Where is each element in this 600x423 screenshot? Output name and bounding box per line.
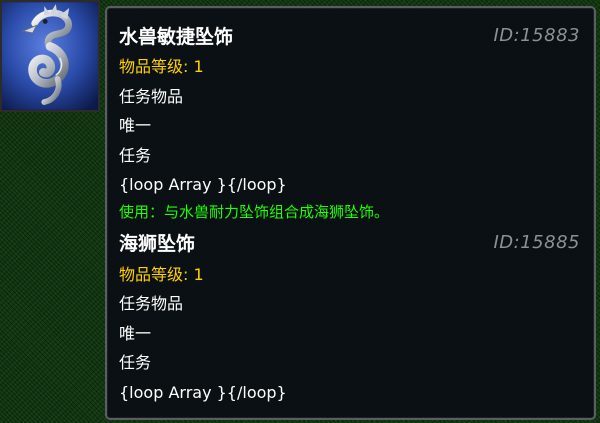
item-id: ID:15885	[493, 232, 580, 253]
seahorse-pendant-icon	[2, 2, 98, 110]
item-name[interactable]: 海狮坠饰	[119, 229, 195, 256]
item-header: 水兽敏捷坠饰 ID:15883	[119, 18, 580, 52]
item-type: 任务物品	[119, 86, 184, 106]
item-icon[interactable]	[0, 0, 100, 112]
item-level: 物品等级: 1	[119, 264, 204, 284]
item-template: {loop Array }{/loop}	[119, 175, 287, 194]
item-entry: 海狮坠饰 ID:15885 物品等级: 1 任务物品 唯一 任务 {loop A…	[119, 226, 580, 408]
item-type: 任务物品	[119, 294, 184, 313]
item-quest: 任务	[119, 353, 152, 372]
item-header: 海狮坠饰 ID:15885	[119, 226, 580, 260]
item-use-effect: 使用：与水兽耐力坠饰组合成海狮坠饰。	[119, 202, 390, 221]
item-id: ID:15883	[493, 24, 580, 46]
item-name[interactable]: 水兽敏捷坠饰	[119, 22, 233, 49]
item-template: {loop Array }{/loop}	[119, 382, 287, 402]
item-entry: 水兽敏捷坠饰 ID:15883 物品等级: 1 任务物品 唯一 任务 {loop…	[119, 18, 580, 224]
item-level: 物品等级: 1	[119, 57, 204, 76]
item-quest: 任务	[119, 145, 152, 165]
item-tooltip: 水兽敏捷坠饰 ID:15883 物品等级: 1 任务物品 唯一 任务 {loop…	[105, 6, 596, 420]
item-unique: 唯一	[119, 323, 152, 343]
item-unique: 唯一	[119, 116, 152, 135]
